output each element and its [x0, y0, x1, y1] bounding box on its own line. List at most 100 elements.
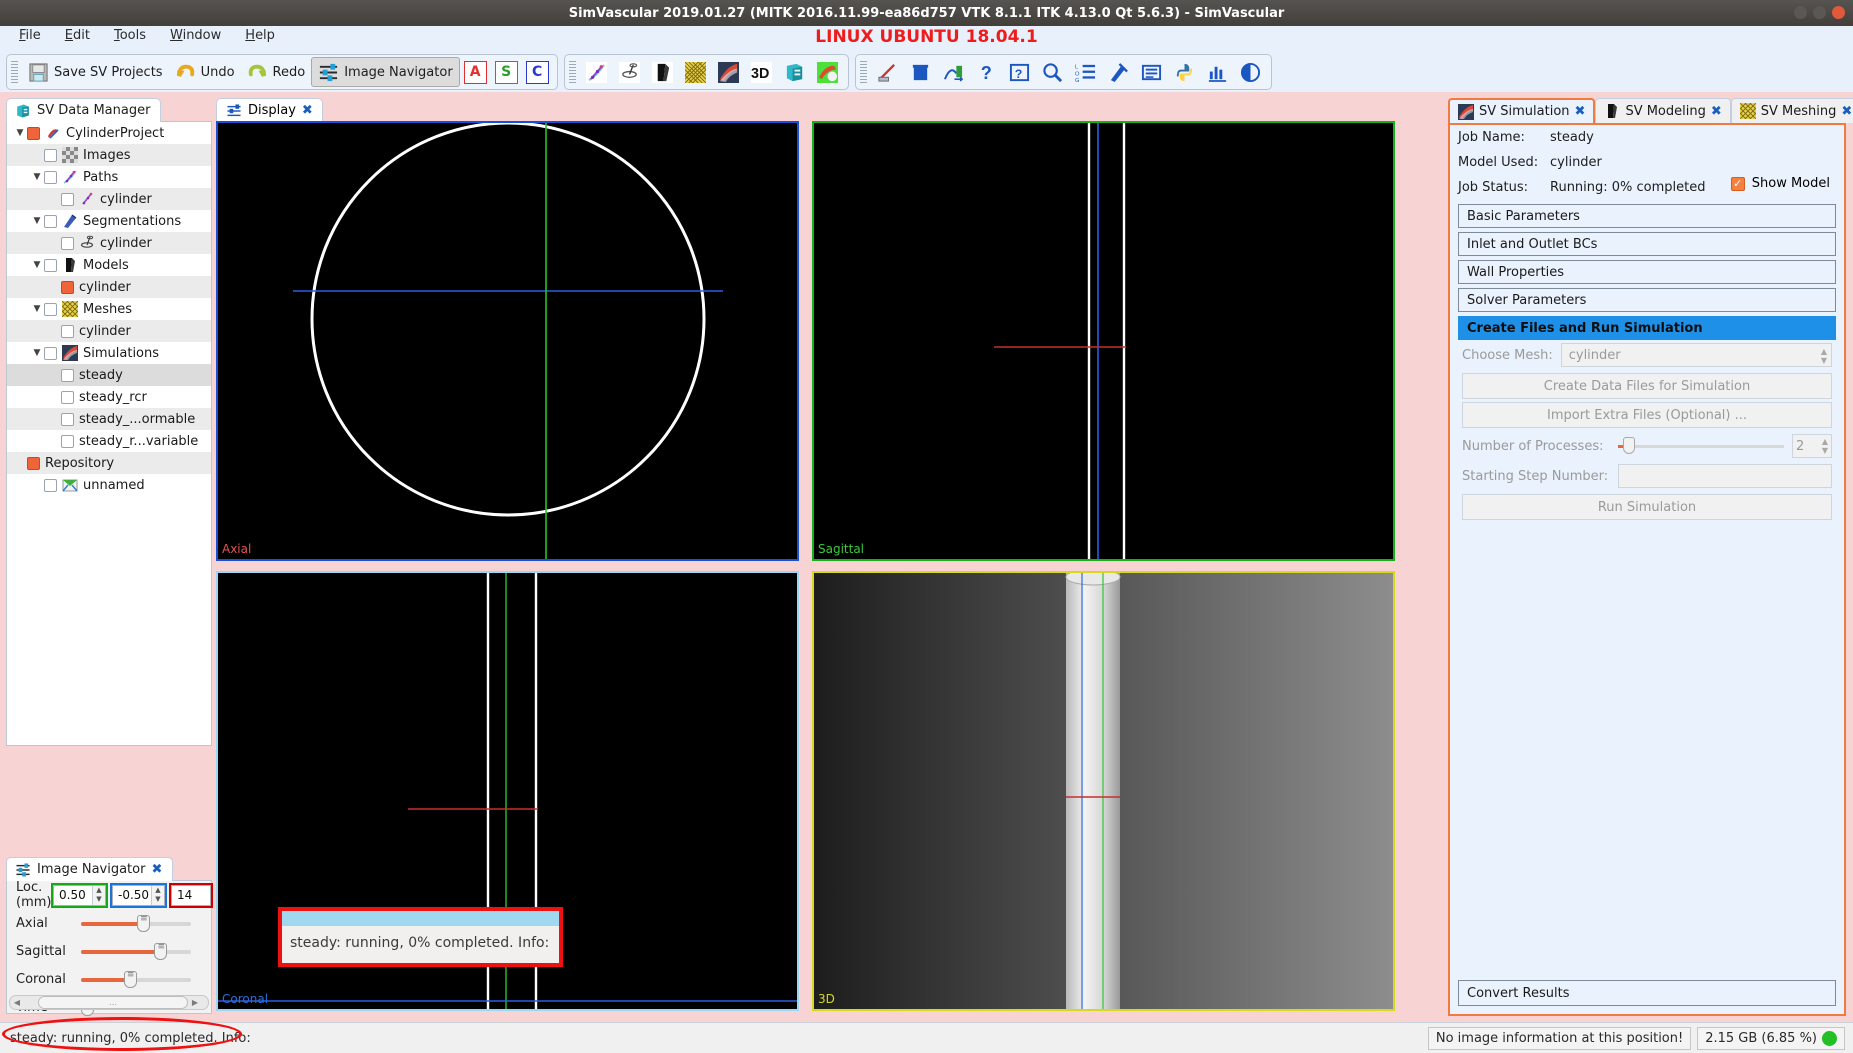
tab-sv-data-manager[interactable]: SV Data Manager [6, 98, 162, 122]
visibility-button[interactable] [1234, 57, 1267, 87]
tree-row-checkbox[interactable] [61, 434, 74, 448]
navigator-coronal-slider[interactable] [81, 970, 191, 988]
close-icon[interactable]: ✖ [151, 862, 162, 877]
close-icon[interactable]: ✖ [302, 103, 313, 118]
expand-arrow-icon[interactable]: ▼ [13, 128, 27, 138]
help-button[interactable]: ? [970, 57, 1003, 87]
text-output-button[interactable] [1135, 57, 1168, 87]
tree-row-cylinder[interactable]: cylinder [7, 276, 211, 298]
about-button[interactable]: ? [1003, 57, 1036, 87]
slider-knob[interactable] [123, 970, 137, 988]
tree-row-checkbox[interactable] [61, 192, 74, 206]
tree-row-steady-r-variable[interactable]: steady_r...variable [7, 430, 211, 452]
expand-arrow-icon[interactable]: ▼ [30, 216, 44, 226]
number-of-processes-spinbox[interactable]: 2 ▲ ▼ [1792, 434, 1832, 458]
delete-tool-button[interactable] [904, 57, 937, 87]
slider-knob[interactable] [137, 914, 151, 932]
viewport-sagittal[interactable]: Sagittal [812, 121, 1395, 561]
section-create-files-and-run-simulation[interactable]: Create Files and Run Simulation [1458, 316, 1836, 340]
scroll-right-icon[interactable]: ▶ [188, 998, 202, 1007]
log-button[interactable]: L O G [1069, 57, 1102, 87]
create-data-files-button[interactable]: Create Data Files for Simulation [1462, 373, 1832, 399]
menu-file[interactable]: FFileile [8, 25, 52, 46]
svfsi-button[interactable] [811, 57, 844, 87]
python-console-button[interactable] [1168, 57, 1201, 87]
expand-arrow-icon[interactable]: ▼ [30, 304, 44, 314]
tree-row-repository[interactable]: Repository [7, 452, 211, 474]
tab-image-navigator[interactable]: Image Navigator ✖ [6, 857, 174, 881]
tree-row-images[interactable]: Images [7, 144, 211, 166]
toolbar-grip-icon[interactable] [11, 61, 18, 83]
tab-sv-simulation[interactable]: SV Simulation ✖ [1448, 98, 1596, 123]
undo-button[interactable]: Undo [169, 57, 241, 87]
meshes-module-button[interactable] [679, 57, 712, 87]
menu-help[interactable]: Help [234, 25, 286, 46]
viewport-coronal[interactable]: steady: running, 0% completed. Info: Cor… [216, 571, 799, 1011]
navigator-sagittal-slider[interactable] [81, 942, 191, 960]
tree-row-unnamed[interactable]: unnamed [7, 474, 211, 496]
toolbar-grip-icon[interactable] [568, 61, 576, 83]
viewport-axial[interactable]: Axial [216, 121, 799, 561]
chevron-updown-icon[interactable]: ▲ ▼ [1821, 347, 1827, 365]
tree-row-models[interactable]: ▼ Models [7, 254, 211, 276]
tree-row-steady[interactable]: steady [7, 364, 211, 386]
coronal-toggle-button[interactable]: C [525, 60, 549, 84]
distance-tool-button[interactable] [937, 57, 970, 87]
close-icon[interactable]: ✖ [1575, 104, 1586, 119]
expand-arrow-icon[interactable]: ▼ [30, 172, 44, 182]
tree-row-simulations[interactable]: ▼ Simulations [7, 342, 211, 364]
data-manager-tree[interactable]: ▼ CylinderProject Images ▼ Paths cylinder ▼ Seg… [6, 121, 212, 746]
window-controls[interactable] [1794, 6, 1845, 19]
section-basic-parameters[interactable]: Basic Parameters [1458, 204, 1836, 228]
import-extra-files-button[interactable]: Import Extra Files (Optional) ... [1462, 402, 1832, 428]
tab-sv-meshing[interactable]: SV Meshing ✖ [1730, 98, 1853, 123]
close-icon[interactable]: ✖ [1841, 104, 1852, 119]
tree-row-checkbox[interactable] [44, 258, 57, 272]
tree-row-cylinder[interactable]: cylinder [7, 232, 211, 254]
tree-row-steady-ormable[interactable]: steady_...ormable [7, 408, 211, 430]
section-solver-parameters[interactable]: Solver Parameters [1458, 288, 1836, 312]
tree-row-checkbox[interactable] [61, 412, 74, 426]
tree-row-checkbox[interactable] [61, 368, 74, 382]
tree-row-cylinder[interactable]: cylinder [7, 320, 211, 342]
expand-arrow-icon[interactable]: ▼ [30, 260, 44, 270]
search-button[interactable] [1036, 57, 1069, 87]
axial-toggle-button[interactable]: A [463, 60, 487, 84]
show-model-checkbox[interactable]: ✓ Show Model [1730, 176, 1830, 191]
memory-usage-box[interactable]: 2.15 GB (6.85 %) [1697, 1026, 1845, 1050]
tree-row-checkbox[interactable] [44, 302, 57, 316]
paths-module-button[interactable] [580, 57, 613, 87]
checkbox-checked-icon[interactable]: ✓ [1730, 176, 1745, 191]
maximize-button[interactable] [1813, 6, 1826, 19]
tree-row-checkbox[interactable] [27, 456, 40, 470]
tree-row-meshes[interactable]: ▼ Meshes [7, 298, 211, 320]
slider-knob[interactable] [154, 942, 168, 960]
loc-axial-spinbox[interactable]: 0.50 ▲ ▼ [51, 882, 108, 908]
tree-row-checkbox[interactable] [61, 324, 74, 338]
close-icon[interactable]: ✖ [1711, 104, 1722, 119]
menu-window[interactable]: Window [159, 25, 232, 46]
scroll-left-icon[interactable]: ◀ [10, 998, 24, 1007]
tree-row-paths[interactable]: ▼ Paths [7, 166, 211, 188]
chart-button[interactable] [1201, 57, 1234, 87]
tree-row-cylinder[interactable]: cylinder [7, 188, 211, 210]
tree-row-checkbox[interactable] [44, 148, 57, 162]
minimize-button[interactable] [1794, 6, 1807, 19]
convert-results-section[interactable]: Convert Results [1458, 980, 1836, 1006]
menu-edit[interactable]: Edit [54, 25, 101, 46]
section-inlet-and-outlet-bcs[interactable]: Inlet and Outlet BCs [1458, 232, 1836, 256]
tree-row-checkbox[interactable] [44, 346, 57, 360]
preferences-button[interactable] [1102, 57, 1135, 87]
spin-arrows-icon[interactable]: ▲ ▼ [1822, 437, 1828, 455]
sagittal-toggle-button[interactable]: S [494, 60, 518, 84]
choose-mesh-combobox[interactable]: cylinder ▲ ▼ [1560, 343, 1832, 367]
number-of-processes-slider[interactable] [1618, 437, 1784, 455]
toolbar-grip-icon[interactable] [859, 61, 867, 83]
spin-arrows-icon[interactable]: ▲ ▼ [92, 885, 105, 905]
menu-tools[interactable]: Tools [103, 25, 157, 46]
tree-row-steady-rcr[interactable]: steady_rcr [7, 386, 211, 408]
viewport-3d[interactable]: 3D [812, 571, 1395, 1011]
run-simulation-button[interactable]: Run Simulation [1462, 494, 1832, 520]
image-navigator-button[interactable]: Image Navigator [311, 57, 460, 87]
section-wall-properties[interactable]: Wall Properties [1458, 260, 1836, 284]
